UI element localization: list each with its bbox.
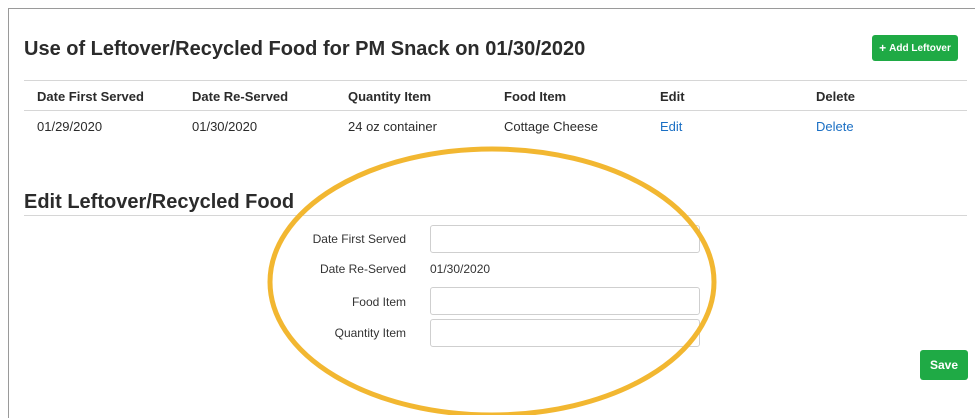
page-title: Use of Leftover/Recycled Food for PM Sna…	[24, 38, 586, 60]
date-first-served-field[interactable]	[430, 225, 700, 253]
col-header-delete: Delete	[816, 89, 856, 104]
plus-icon: +	[879, 41, 887, 55]
col-header-date-re-served: Date Re-Served	[192, 89, 289, 104]
col-header-food-item: Food Item	[504, 89, 567, 104]
food-item-field[interactable]	[430, 287, 700, 315]
quantity-item-label: Quantity Item	[334, 326, 406, 340]
cell-food-item: Cottage Cheese	[504, 119, 598, 134]
cell-date-first-served: 01/29/2020	[37, 119, 103, 134]
col-header-date-first-served: Date First Served	[37, 89, 144, 104]
form-title-divider	[24, 215, 967, 216]
date-first-served-label: Date First Served	[312, 232, 406, 246]
cell-quantity-item: 24 oz container	[348, 119, 437, 134]
date-re-served-label: Date Re-Served	[319, 262, 406, 276]
delete-link[interactable]: Delete	[816, 119, 854, 134]
add-leftover-label: Add Leftover	[889, 42, 951, 54]
table-header-divider	[24, 110, 967, 111]
food-item-label: Food Item	[351, 295, 406, 309]
edit-link[interactable]: Edit	[660, 119, 682, 134]
cell-date-re-served: 01/30/2020	[192, 119, 258, 134]
save-button[interactable]: Save	[920, 350, 968, 380]
edit-form-title: Edit Leftover/Recycled Food	[24, 191, 295, 213]
col-header-quantity-item: Quantity Item	[348, 89, 432, 104]
add-leftover-button[interactable]: + Add Leftover	[872, 35, 958, 61]
col-header-edit: Edit	[660, 89, 685, 104]
title-divider	[24, 80, 967, 81]
date-re-served-value: 01/30/2020	[430, 262, 491, 276]
quantity-item-field[interactable]	[430, 319, 700, 347]
